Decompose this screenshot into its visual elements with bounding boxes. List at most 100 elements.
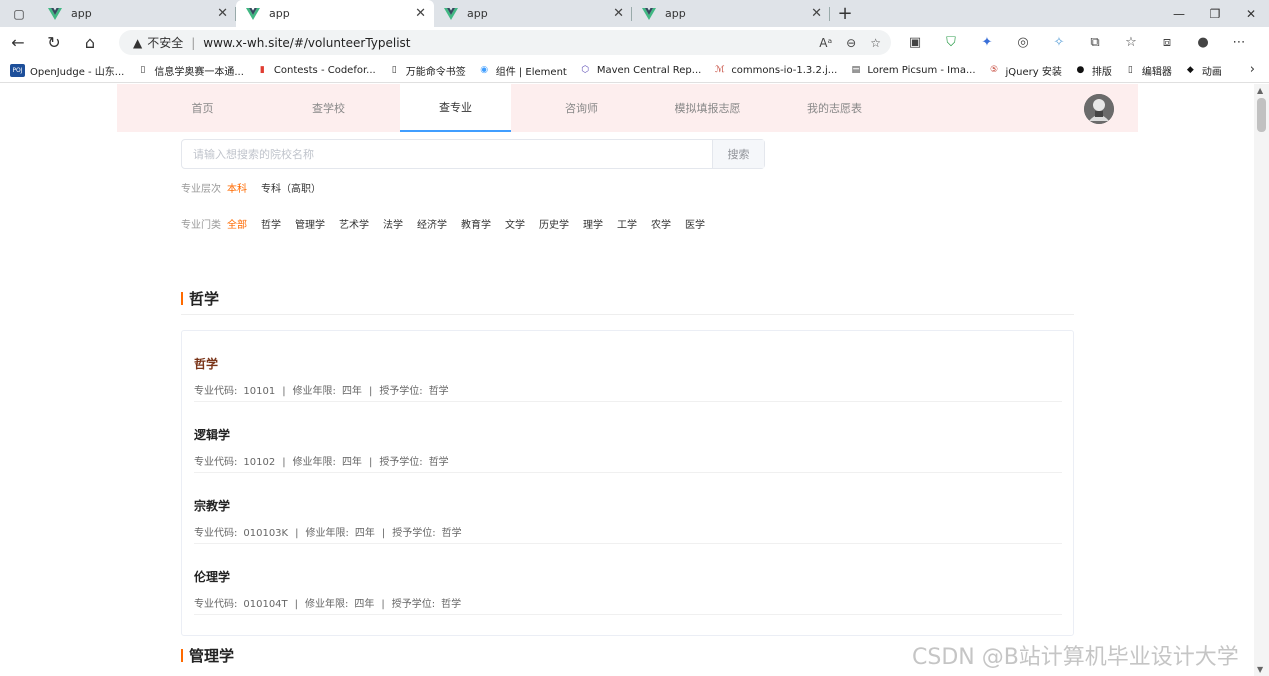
- filter-option[interactable]: 历史学: [539, 216, 569, 231]
- scroll-down-icon[interactable]: ▼: [1257, 665, 1263, 674]
- row-divider: [194, 401, 1062, 402]
- major-item[interactable]: 哲学 专业代码: 10101 | 修业年限: 四年 | 授予学位: 哲学: [194, 355, 1062, 402]
- bookmark-item[interactable]: ▯ 编辑器: [1124, 63, 1172, 78]
- filter-option[interactable]: 管理学: [295, 216, 325, 231]
- filter-option[interactable]: 理学: [583, 216, 603, 231]
- nav-item[interactable]: 咨询师: [526, 84, 637, 132]
- tab-strip: ▢ app ✕ app ✕ app ✕ app ✕ + — ❐ ✕: [0, 0, 1269, 27]
- separator: |: [282, 457, 286, 468]
- scrollbar-thumb[interactable]: [1257, 98, 1266, 132]
- extension-icon[interactable]: ✧: [1041, 35, 1077, 50]
- bookmark-item[interactable]: ℳcommons-io-1.3.2.j...: [713, 64, 837, 77]
- close-tab-icon[interactable]: ✕: [811, 6, 822, 21]
- major-item[interactable]: 伦理学 专业代码: 010104T | 修业年限: 四年 | 授予学位: 哲学: [194, 568, 1062, 615]
- shield-icon[interactable]: ⛉: [933, 35, 969, 50]
- top-navigation: 首页 查学校 查专业 咨询师 模拟填报志愿 我的志愿表: [117, 84, 1138, 132]
- major-name[interactable]: 宗教学: [194, 497, 230, 514]
- nav-item[interactable]: 首页: [147, 84, 258, 132]
- close-window-button[interactable]: ✕: [1233, 0, 1269, 27]
- info-label: 专业代码:: [194, 599, 238, 610]
- info-label: 专业代码:: [194, 386, 238, 397]
- home-button[interactable]: ⌂: [72, 27, 108, 58]
- extension-icon[interactable]: ▣: [897, 35, 933, 50]
- watermark: CSDN @B站计算机毕业设计大学: [912, 645, 1239, 670]
- bookmark-item[interactable]: ⑤ jQuery 安装: [988, 63, 1062, 78]
- filter-option[interactable]: 医学: [685, 216, 705, 231]
- major-name[interactable]: 逻辑学: [194, 426, 230, 443]
- major-item[interactable]: 宗教学 专业代码: 010103K | 修业年限: 四年 | 授予学位: 哲学: [194, 497, 1062, 544]
- bookmark-item[interactable]: ▯ 万能命令书签: [388, 63, 466, 78]
- nav-item[interactable]: 查学校: [273, 84, 384, 132]
- read-aloud-icon[interactable]: Aᵃ: [819, 36, 832, 50]
- nav-item[interactable]: 我的志愿表: [779, 84, 890, 132]
- nav-item[interactable]: 查专业: [400, 84, 511, 132]
- bookmark-item[interactable]: ▮ Contests - Codefor...: [256, 64, 376, 77]
- extension-icon[interactable]: ◎: [1005, 35, 1041, 50]
- openjudge-icon: POJ: [10, 63, 25, 77]
- filter-option[interactable]: 农学: [651, 216, 671, 231]
- extension-icon[interactable]: ✦: [969, 35, 1005, 50]
- more-menu-icon[interactable]: ⋯: [1221, 35, 1257, 50]
- search-button[interactable]: 搜索: [712, 140, 764, 168]
- user-avatar[interactable]: [1084, 94, 1114, 124]
- filter-option[interactable]: 本科: [227, 180, 247, 195]
- major-name[interactable]: 哲学: [194, 355, 218, 372]
- nav-item[interactable]: 模拟填报志愿: [652, 84, 763, 132]
- favorites-icon[interactable]: ☆: [1113, 35, 1149, 50]
- chevron-right-icon[interactable]: ›: [1250, 62, 1255, 77]
- row-divider: [194, 543, 1062, 544]
- section-title: 哲学: [181, 288, 219, 309]
- filter-option[interactable]: 专科（高职）: [261, 180, 321, 195]
- filter-option[interactable]: 工学: [617, 216, 637, 231]
- address-bar[interactable]: ▲ 不安全 | www.x-wh.site/#/volunteerTypelis…: [119, 30, 891, 55]
- tab-title: app: [665, 7, 686, 20]
- filter-option[interactable]: 文学: [505, 216, 525, 231]
- close-tab-icon[interactable]: ✕: [415, 6, 426, 21]
- tab-title: app: [467, 7, 488, 20]
- bookmark-item[interactable]: ● 排版: [1074, 63, 1111, 78]
- bookmark-item[interactable]: ▤ Lorem Picsum - Ima...: [849, 64, 976, 77]
- bookmark-item[interactable]: ◉ 组件 | Element: [478, 63, 567, 78]
- filter-option[interactable]: 教育学: [461, 216, 491, 231]
- warning-icon: ▲: [133, 35, 143, 50]
- major-item[interactable]: 逻辑学 专业代码: 10102 | 修业年限: 四年 | 授予学位: 哲学: [194, 426, 1062, 473]
- bookmark-item[interactable]: ▯ 信息学奥赛一本通...: [136, 63, 244, 78]
- collections-icon[interactable]: ⧈: [1149, 35, 1185, 50]
- filter-option[interactable]: 哲学: [261, 216, 281, 231]
- restore-button[interactable]: ❐: [1197, 0, 1233, 27]
- profile-icon[interactable]: ●: [1185, 35, 1221, 50]
- search-input[interactable]: [182, 140, 712, 168]
- bookmark-item[interactable]: POJ OpenJudge - 山东...: [10, 63, 124, 78]
- add-favorite-icon[interactable]: ☆: [870, 36, 881, 50]
- browser-tab[interactable]: app ✕: [434, 0, 632, 27]
- minimize-button[interactable]: —: [1161, 0, 1197, 27]
- vertical-scrollbar[interactable]: ▲ ▼: [1254, 84, 1269, 676]
- browser-tab[interactable]: app ✕: [236, 0, 434, 27]
- new-tab-button[interactable]: +: [830, 0, 860, 27]
- filter-option[interactable]: 法学: [383, 216, 403, 231]
- refresh-button[interactable]: ↻: [36, 27, 72, 58]
- filter-option[interactable]: 艺术学: [339, 216, 369, 231]
- bookmark-item[interactable]: ⬡ Maven Central Rep...: [579, 64, 701, 77]
- close-tab-icon[interactable]: ✕: [613, 6, 624, 21]
- browser-tab[interactable]: app ✕: [632, 0, 830, 27]
- zoom-icon[interactable]: ⊖: [846, 36, 856, 50]
- filter-option[interactable]: 经济学: [417, 216, 447, 231]
- separator: |: [282, 386, 286, 397]
- bookmark-item[interactable]: ◆ 动画: [1184, 63, 1222, 78]
- extensions-icon[interactable]: ⧉: [1077, 35, 1113, 50]
- url-text[interactable]: www.x-wh.site/#/volunteerTypelist: [203, 36, 410, 50]
- back-button[interactable]: ←: [0, 27, 36, 58]
- security-label[interactable]: 不安全: [147, 34, 183, 51]
- close-tab-icon[interactable]: ✕: [217, 6, 228, 21]
- filter-option[interactable]: 全部: [227, 216, 247, 231]
- info-label: 修业年限:: [292, 386, 336, 397]
- bookmarks-bar: POJ OpenJudge - 山东... ▯ 信息学奥赛一本通... ▮ Contest…: [0, 58, 1269, 83]
- scroll-up-icon[interactable]: ▲: [1257, 86, 1263, 95]
- major-name[interactable]: 伦理学: [194, 568, 230, 585]
- info-label: 修业年限:: [305, 599, 349, 610]
- separator: |: [295, 528, 299, 539]
- info-label: 修业年限:: [305, 528, 349, 539]
- browser-tab[interactable]: app ✕: [38, 0, 236, 27]
- tab-actions-icon[interactable]: ▢: [0, 0, 38, 27]
